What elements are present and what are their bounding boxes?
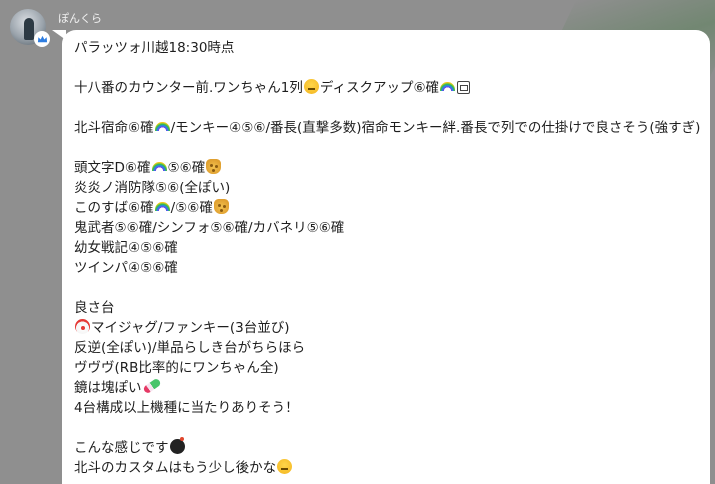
rainbow-emoji bbox=[440, 82, 456, 91]
message-line-text: こんな感じです bbox=[74, 440, 169, 456]
message-line bbox=[74, 98, 700, 118]
thinking-face-emoji bbox=[303, 79, 319, 94]
message-line bbox=[74, 58, 700, 78]
message-line-text: 幼女戦記④⑤⑥確 bbox=[74, 240, 178, 256]
message-line-text: /⑤⑥確 bbox=[170, 200, 213, 216]
rainbow-emoji bbox=[154, 202, 170, 211]
message-line bbox=[74, 278, 700, 298]
message-line: 北斗のカスタムはもう少し後かな bbox=[74, 458, 700, 478]
avatar-figure bbox=[24, 18, 34, 40]
message-line-text: 鏡は塊ぽい bbox=[74, 380, 142, 396]
clown-emoji bbox=[75, 319, 90, 334]
message-line: ツインパ④⑤⑥確 bbox=[74, 258, 700, 278]
message-line: 頭文字D⑥確 ⑤⑥確 bbox=[74, 158, 700, 178]
message-line-text: マイジャグ/ファンキー(3台並び) bbox=[91, 320, 290, 336]
box-emoji bbox=[457, 81, 471, 94]
message-line bbox=[74, 418, 700, 438]
crown-icon bbox=[37, 35, 47, 42]
message-line: 十八番のカウンター前.ワンちゃん1列 ディスクアップ⑥確 bbox=[74, 78, 700, 98]
message-line: 4台構成以上機種に当たりありそう！ bbox=[74, 398, 700, 418]
giraffe-emoji bbox=[206, 159, 222, 174]
message-line: 北斗宿命⑥確/モンキー④⑤⑥/番長(直撃多数)宿命モンキー絆.番長で列での仕掛け… bbox=[74, 118, 700, 138]
message-line-text: ヴヴヴ(RB比率的にワンちゃん全) bbox=[74, 360, 279, 376]
candy-emoji bbox=[141, 377, 162, 395]
message-text: パラッツォ川越18:30時点十八番のカウンター前.ワンちゃん1列 ディスクアップ⑥… bbox=[74, 38, 700, 478]
message-line: ヴヴヴ(RB比率的にワンちゃん全) bbox=[74, 358, 700, 378]
message-line-text: このすば⑥確 bbox=[74, 200, 154, 216]
message-line-text: 頭文字D⑥確 bbox=[74, 160, 151, 176]
message-line-text: 北斗のカスタムはもう少し後かな bbox=[74, 460, 277, 476]
sender-name[interactable]: ぽんくら bbox=[58, 10, 102, 26]
message-line: 良さ台 bbox=[74, 298, 700, 318]
message-line: 鬼武者⑤⑥確/シンフォ⑤⑥確/カバネリ⑤⑥確 bbox=[74, 218, 700, 238]
message-line-text: 良さ台 bbox=[74, 300, 115, 316]
thinking-face-emoji bbox=[277, 459, 293, 474]
message-line-text: ディスクアップ⑥確 bbox=[319, 80, 440, 96]
message-line-text: ツインパ④⑤⑥確 bbox=[74, 260, 178, 276]
message-line-text: 4台構成以上機種に当たりありそう！ bbox=[74, 400, 299, 416]
message-line: マイジャグ/ファンキー(3台並び) bbox=[74, 318, 700, 338]
message-line-text: 十八番のカウンター前.ワンちゃん1列 bbox=[74, 80, 303, 96]
message-line: 反逆(全ぽい)/単品らしき台がちらほら bbox=[74, 338, 700, 358]
message-line: パラッツォ川越18:30時点 bbox=[74, 38, 700, 58]
rainbow-emoji bbox=[151, 162, 167, 171]
message-line: 鏡は塊ぽい bbox=[74, 377, 700, 398]
message-line: 幼女戦記④⑤⑥確 bbox=[74, 238, 700, 258]
crown-badge-icon bbox=[34, 31, 50, 47]
giraffe-emoji bbox=[213, 199, 229, 214]
message-line-text: 鬼武者⑤⑥確/シンフォ⑤⑥確/カバネリ⑤⑥確 bbox=[74, 220, 345, 236]
message-line: 炎炎ノ消防隊⑤⑥(全ぽい) bbox=[74, 178, 700, 198]
message-line bbox=[74, 138, 700, 158]
message-line-text: ⑤⑥確 bbox=[167, 160, 206, 176]
rainbow-emoji bbox=[154, 122, 170, 131]
message-line-text: 北斗宿命⑥確 bbox=[74, 120, 154, 136]
message-line-text: 炎炎ノ消防隊⑤⑥(全ぽい) bbox=[74, 180, 231, 196]
bomb-emoji bbox=[169, 437, 185, 454]
message-line-text: /モンキー④⑤⑥/番長(直撃多数)宿命モンキー絆.番長で列での仕掛けで良さそう(… bbox=[170, 120, 701, 136]
message-line: このすば⑥確/⑤⑥確 bbox=[74, 198, 700, 218]
message-line-text: 反逆(全ぽい)/単品らしき台がちらほら bbox=[74, 340, 306, 356]
message-line: こんな感じです bbox=[74, 437, 700, 458]
message-bubble[interactable]: パラッツォ川越18:30時点十八番のカウンター前.ワンちゃん1列 ディスクアップ⑥… bbox=[62, 30, 710, 484]
message-line-text: パラッツォ川越18:30時点 bbox=[74, 40, 235, 56]
